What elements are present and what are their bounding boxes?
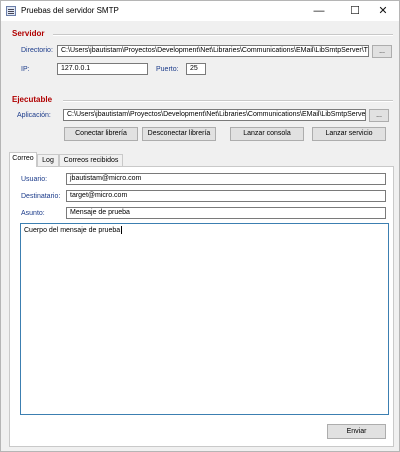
correo-tab-panel: Usuario: jbautistam@micro.com Destinatar… <box>9 166 394 447</box>
lanzar-servicio-button[interactable]: Lanzar servicio <box>312 127 386 141</box>
desconectar-libreria-button[interactable]: Desconectar librería <box>142 127 216 141</box>
aplicacion-input[interactable]: C:\Users\jbautistam\Proyectos\Developmen… <box>63 109 366 121</box>
usuario-input[interactable]: jbautistam@micro.com <box>66 173 386 185</box>
minimize-button[interactable]: — <box>303 1 335 21</box>
lanzar-consola-button[interactable]: Lanzar consola <box>230 127 304 141</box>
close-button[interactable]: ✕ <box>367 1 399 21</box>
puerto-input[interactable]: 25 <box>186 63 206 75</box>
text-caret <box>121 226 123 234</box>
ejecutable-separator <box>63 100 393 102</box>
tab-log[interactable]: Log <box>37 154 59 166</box>
conectar-libreria-button[interactable]: Conectar librería <box>64 127 138 141</box>
directorio-label: Directorio: <box>21 47 53 54</box>
aplicacion-browse-button[interactable]: ... <box>369 109 389 122</box>
cuerpo-textarea[interactable]: Cuerpo del mensaje de prueba <box>20 223 389 415</box>
aplicacion-label: Aplicación: <box>17 112 51 119</box>
title-bar[interactable]: Pruebas del servidor SMTP — ☐ ✕ <box>1 1 399 21</box>
asunto-label: Asunto: <box>21 210 45 217</box>
puerto-label: Puerto: <box>156 66 179 73</box>
enviar-button[interactable]: Enviar <box>327 424 386 439</box>
usuario-label: Usuario: <box>21 176 48 183</box>
ip-label: IP: <box>21 66 30 73</box>
directorio-browse-button[interactable]: ... <box>372 45 392 58</box>
main-window: Pruebas del servidor SMTP — ☐ ✕ Servidor… <box>0 0 400 452</box>
ejecutable-heading: Ejecutable <box>12 95 53 104</box>
servidor-heading: Servidor <box>12 29 45 38</box>
asunto-input[interactable]: Mensaje de prueba <box>66 207 386 219</box>
destinatario-label: Destinatario: <box>21 193 61 200</box>
servidor-separator <box>53 34 393 36</box>
directorio-input[interactable]: C:\Users\jbautistam\Proyectos\Developmen… <box>57 45 369 57</box>
tab-correos-recibidos[interactable]: Correos recibidos <box>59 154 123 166</box>
ip-input[interactable]: 127.0.0.1 <box>57 63 148 75</box>
app-icon <box>6 6 16 16</box>
tab-correo[interactable]: Correo <box>9 152 37 167</box>
cuerpo-text: Cuerpo del mensaje de prueba <box>24 226 121 234</box>
window-title: Pruebas del servidor SMTP <box>21 6 119 15</box>
destinatario-input[interactable]: target@micro.com <box>66 190 386 202</box>
